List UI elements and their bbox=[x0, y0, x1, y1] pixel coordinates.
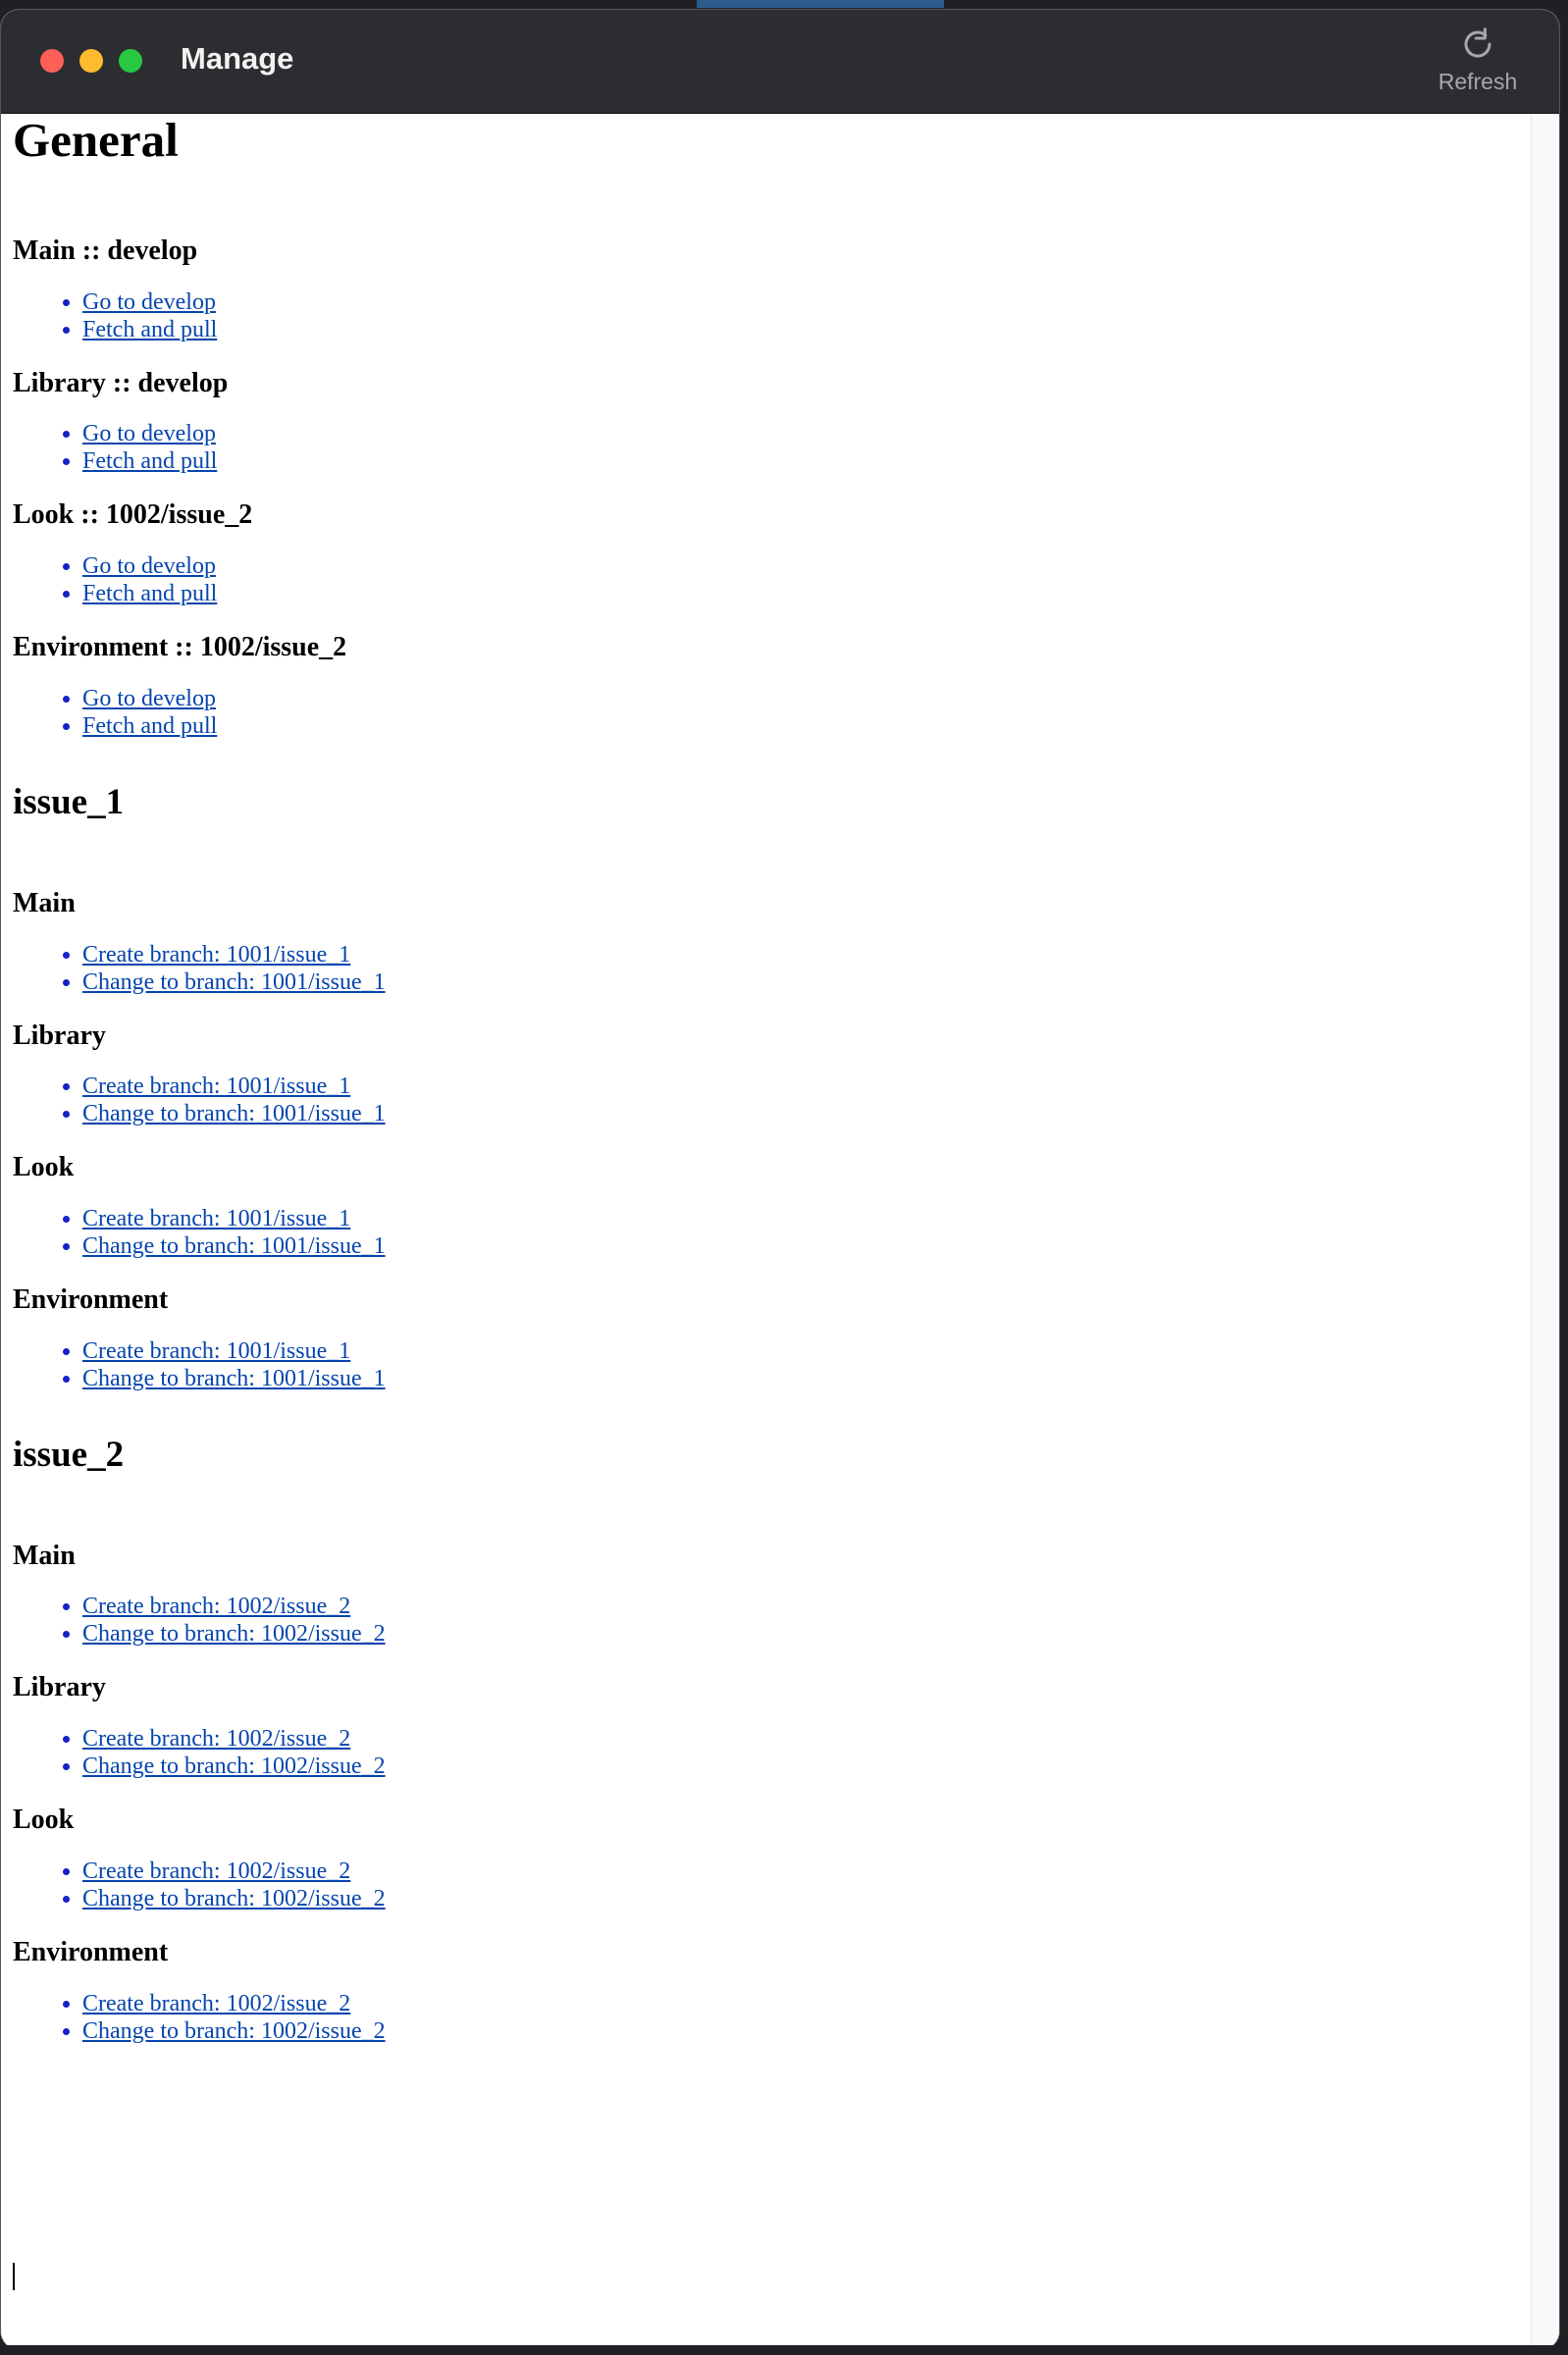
change-branch-link[interactable]: Change to branch: 1002/issue_2 bbox=[82, 1886, 386, 1911]
list-item: Fetch and pull bbox=[82, 712, 1532, 740]
change-branch-link[interactable]: Change to branch: 1001/issue_1 bbox=[82, 1101, 386, 1126]
section-title-issue-1: issue_1 bbox=[13, 782, 125, 823]
action-list: Go to develop Fetch and pull bbox=[13, 552, 1532, 607]
minimize-window-button[interactable] bbox=[79, 49, 103, 73]
list-item: Change to branch: 1001/issue_1 bbox=[82, 1232, 1532, 1260]
list-item: Fetch and pull bbox=[82, 580, 1532, 607]
action-list: Go to develop Fetch and pull bbox=[13, 420, 1532, 475]
go-to-develop-link[interactable]: Go to develop bbox=[82, 421, 216, 446]
list-item: Create branch: 1002/issue_2 bbox=[82, 1990, 1532, 2017]
group-title-general-look: Look :: 1002/issue_2 bbox=[13, 499, 253, 531]
list-item: Change to branch: 1002/issue_2 bbox=[82, 1753, 1532, 1780]
list-item: Create branch: 1001/issue_1 bbox=[82, 1205, 1532, 1232]
background-window-accent bbox=[697, 0, 944, 8]
refresh-icon bbox=[1464, 27, 1491, 58]
create-branch-link[interactable]: Create branch: 1001/issue_1 bbox=[82, 1206, 350, 1231]
action-list: Create branch: 1002/issue_2 Change to br… bbox=[13, 1990, 1532, 2045]
group-title-issue-1-environment: Environment bbox=[13, 1284, 169, 1316]
fetch-and-pull-link[interactable]: Fetch and pull bbox=[82, 448, 217, 474]
create-branch-link[interactable]: Create branch: 1001/issue_1 bbox=[82, 942, 350, 968]
window-title: Manage bbox=[181, 41, 294, 76]
list-item: Fetch and pull bbox=[82, 316, 1532, 343]
refresh-label: Refresh bbox=[1437, 69, 1518, 94]
group-title-issue-2-look: Look bbox=[13, 1805, 75, 1836]
change-branch-link[interactable]: Change to branch: 1001/issue_1 bbox=[82, 969, 386, 995]
group-title-general-environment: Environment :: 1002/issue_2 bbox=[13, 632, 347, 663]
list-item: Go to develop bbox=[82, 288, 1532, 316]
section-title-issue-2: issue_2 bbox=[13, 1434, 125, 1475]
group-title-general-library: Library :: develop bbox=[13, 367, 229, 398]
list-item: Change to branch: 1001/issue_1 bbox=[82, 1100, 1532, 1127]
zoom-window-button[interactable] bbox=[119, 49, 142, 73]
list-item: Create branch: 1001/issue_1 bbox=[82, 941, 1532, 968]
group-title-issue-1-library: Library bbox=[13, 1020, 106, 1051]
list-item: Go to develop bbox=[82, 552, 1532, 580]
create-branch-link[interactable]: Create branch: 1002/issue_2 bbox=[82, 1594, 350, 1619]
group-title-issue-2-environment: Environment bbox=[13, 1937, 169, 1968]
go-to-develop-link[interactable]: Go to develop bbox=[82, 686, 216, 711]
list-item: Change to branch: 1001/issue_1 bbox=[82, 1365, 1532, 1392]
action-list: Create branch: 1002/issue_2 Change to br… bbox=[13, 1725, 1532, 1780]
group-title-general-main: Main :: develop bbox=[13, 235, 198, 266]
list-item: Create branch: 1002/issue_2 bbox=[82, 1593, 1532, 1620]
action-list: Create branch: 1001/issue_1 Change to br… bbox=[13, 1205, 1532, 1260]
window-titlebar: Manage Refresh bbox=[1, 10, 1559, 114]
branch-management-document: General Main :: develop Go to develop Fe… bbox=[1, 114, 1532, 2045]
list-item: Go to develop bbox=[82, 420, 1532, 447]
list-item: Change to branch: 1002/issue_2 bbox=[82, 2017, 1532, 2045]
text-cursor bbox=[13, 2263, 15, 2290]
create-branch-link[interactable]: Create branch: 1002/issue_2 bbox=[82, 1726, 350, 1752]
group-title-issue-1-main: Main bbox=[13, 887, 76, 918]
create-branch-link[interactable]: Create branch: 1002/issue_2 bbox=[82, 1991, 350, 2016]
screen-background: { "window": { "title": "Manage", "toolba… bbox=[0, 0, 1568, 2355]
go-to-develop-link[interactable]: Go to develop bbox=[82, 289, 216, 315]
list-item: Change to branch: 1002/issue_2 bbox=[82, 1885, 1532, 1912]
list-item: Change to branch: 1002/issue_2 bbox=[82, 1620, 1532, 1648]
action-list: Create branch: 1001/issue_1 Change to br… bbox=[13, 941, 1532, 996]
list-item: Fetch and pull bbox=[82, 447, 1532, 475]
refresh-button[interactable]: Refresh bbox=[1414, 24, 1542, 106]
change-branch-link[interactable]: Change to branch: 1002/issue_2 bbox=[82, 1621, 386, 1647]
fetch-and-pull-link[interactable]: Fetch and pull bbox=[82, 581, 217, 606]
action-list: Create branch: 1002/issue_2 Change to br… bbox=[13, 1593, 1532, 1648]
list-item: Create branch: 1002/issue_2 bbox=[82, 1725, 1532, 1753]
action-list: Go to develop Fetch and pull bbox=[13, 288, 1532, 343]
fetch-and-pull-link[interactable]: Fetch and pull bbox=[82, 317, 217, 342]
group-title-issue-2-library: Library bbox=[13, 1672, 106, 1703]
manage-content: General Main :: develop Go to develop Fe… bbox=[1, 114, 1532, 2349]
action-list: Create branch: 1002/issue_2 Change to br… bbox=[13, 1858, 1532, 1912]
action-list: Create branch: 1001/issue_1 Change to br… bbox=[13, 1073, 1532, 1127]
change-branch-link[interactable]: Change to branch: 1002/issue_2 bbox=[82, 1753, 386, 1779]
section-title-general: General bbox=[13, 114, 179, 167]
close-window-button[interactable] bbox=[40, 49, 64, 73]
go-to-develop-link[interactable]: Go to develop bbox=[82, 553, 216, 579]
list-item: Create branch: 1001/issue_1 bbox=[82, 1073, 1532, 1100]
create-branch-link[interactable]: Create branch: 1001/issue_1 bbox=[82, 1073, 350, 1099]
manage-window: Manage Refresh General Main :: develop G… bbox=[1, 10, 1559, 2349]
change-branch-link[interactable]: Change to branch: 1001/issue_1 bbox=[82, 1233, 386, 1259]
action-list: Go to develop Fetch and pull bbox=[13, 685, 1532, 740]
list-item: Change to branch: 1001/issue_1 bbox=[82, 968, 1532, 996]
group-title-issue-2-main: Main bbox=[13, 1540, 76, 1571]
vertical-scrollbar[interactable] bbox=[1531, 114, 1559, 2349]
background-dock-fragment bbox=[0, 2345, 1568, 2355]
change-branch-link[interactable]: Change to branch: 1002/issue_2 bbox=[82, 2018, 386, 2044]
create-branch-link[interactable]: Create branch: 1001/issue_1 bbox=[82, 1338, 350, 1364]
action-list: Create branch: 1001/issue_1 Change to br… bbox=[13, 1337, 1532, 1392]
list-item: Create branch: 1002/issue_2 bbox=[82, 1858, 1532, 1885]
list-item: Go to develop bbox=[82, 685, 1532, 712]
change-branch-link[interactable]: Change to branch: 1001/issue_1 bbox=[82, 1366, 386, 1391]
list-item: Create branch: 1001/issue_1 bbox=[82, 1337, 1532, 1365]
create-branch-link[interactable]: Create branch: 1002/issue_2 bbox=[82, 1858, 350, 1884]
fetch-and-pull-link[interactable]: Fetch and pull bbox=[82, 713, 217, 739]
group-title-issue-1-look: Look bbox=[13, 1152, 75, 1183]
